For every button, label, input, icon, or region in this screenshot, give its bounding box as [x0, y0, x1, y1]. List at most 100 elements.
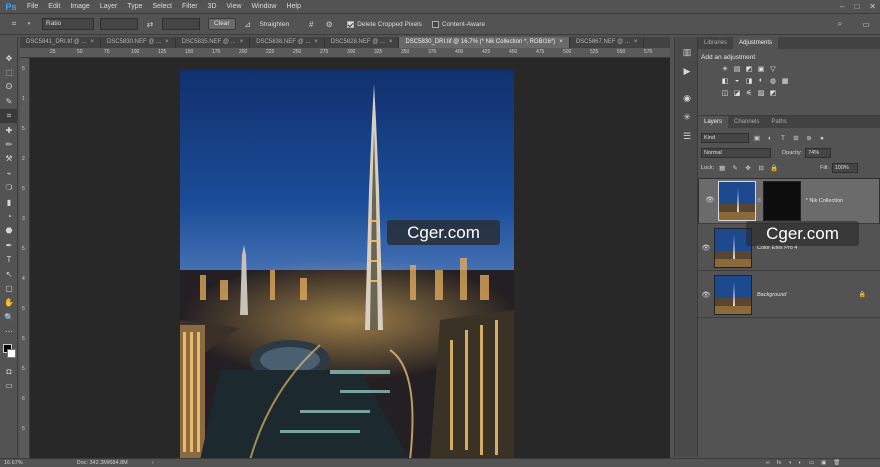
tab-paths[interactable]: Paths: [765, 116, 792, 128]
rectangle-tool-icon[interactable]: ▢: [0, 281, 18, 295]
content-aware-option[interactable]: Content-Aware: [431, 20, 485, 28]
delete-cropped-checkbox[interactable]: [347, 20, 355, 28]
trash-icon[interactable]: 🗑: [833, 460, 840, 466]
eraser-tool-icon[interactable]: ▮: [0, 195, 18, 209]
canvas-area[interactable]: Cger.com: [30, 58, 670, 458]
menu-select[interactable]: Select: [148, 0, 177, 13]
smart-object-filter-icon[interactable]: ⊕: [804, 133, 814, 143]
color-lookup-icon[interactable]: ▦: [780, 76, 790, 85]
doc-tab[interactable]: DSC5867.NEF @ ... ×: [570, 37, 645, 48]
zoom-level[interactable]: 16.67%: [4, 460, 23, 466]
pen-tool-icon[interactable]: ✒: [0, 238, 18, 252]
menu-view[interactable]: View: [222, 0, 247, 13]
link-icon[interactable]: 8: [758, 196, 761, 206]
lasso-tool-icon[interactable]: ʘ: [0, 80, 18, 94]
brush-settings-icon[interactable]: ✳: [675, 108, 699, 127]
new-group-icon[interactable]: ▭: [809, 460, 814, 466]
healing-brush-tool-icon[interactable]: ✏: [0, 137, 18, 151]
path-select-tool-icon[interactable]: ↖: [0, 267, 18, 281]
width-field[interactable]: [100, 18, 138, 30]
menu-window[interactable]: Window: [247, 0, 282, 13]
gradient-tool-icon[interactable]: ◔: [0, 209, 18, 223]
screen-mode-icon[interactable]: ▭: [0, 378, 18, 392]
selective-color-icon[interactable]: ▨: [756, 88, 766, 97]
color-icon[interactable]: ◉: [675, 89, 699, 108]
opacity-field[interactable]: 74%: [805, 148, 832, 158]
close-tab-icon[interactable]: ×: [240, 37, 244, 48]
fill-field[interactable]: 100%: [831, 163, 858, 173]
quick-select-tool-icon[interactable]: ✎: [0, 94, 18, 108]
crop-tool-icon[interactable]: ⌗: [8, 18, 20, 30]
menu-layer[interactable]: Layer: [95, 0, 123, 13]
black-white-icon[interactable]: ◨: [744, 76, 754, 85]
lock-all-icon[interactable]: 🔒: [769, 163, 779, 173]
layer-row-background[interactable]: 👁 Background 🔒: [698, 272, 880, 318]
shape-filter-icon[interactable]: ⊞: [791, 133, 801, 143]
add-mask-icon[interactable]: ◑: [788, 460, 791, 466]
layer-row-nik[interactable]: 👁 8 * Nik Collection: [698, 178, 880, 224]
invert-icon[interactable]: ◫: [720, 88, 730, 97]
lock-position-icon[interactable]: ✥: [743, 163, 753, 173]
brightness-icon[interactable]: ☀: [720, 64, 730, 73]
swap-icon[interactable]: ⇄: [144, 18, 156, 30]
close-tab-icon[interactable]: ×: [165, 37, 169, 48]
menu-file[interactable]: File: [22, 0, 43, 13]
curves-icon[interactable]: ◩: [744, 64, 754, 73]
layer-mask-thumbnail[interactable]: [762, 181, 801, 221]
kind-select[interactable]: Kind: [701, 133, 749, 143]
gear-icon[interactable]: ⚙: [323, 18, 335, 30]
color-balance-icon[interactable]: ◒: [732, 76, 742, 85]
lock-paint-icon[interactable]: ✎: [730, 163, 740, 173]
close-icon[interactable]: ✕: [869, 0, 876, 13]
visibility-eye-icon[interactable]: 👁: [703, 196, 717, 206]
channel-mixer-icon[interactable]: ◍: [768, 76, 778, 85]
layer-name[interactable]: Background: [757, 292, 786, 298]
type-tool-icon[interactable]: T: [0, 252, 18, 266]
blur-tool-icon[interactable]: ⬣: [0, 224, 18, 238]
tab-channels[interactable]: Channels: [728, 116, 765, 128]
history-brush-tool-icon[interactable]: ❍: [0, 181, 18, 195]
lock-pixels-icon[interactable]: ▦: [717, 163, 727, 173]
lock-artboard-icon[interactable]: ⊟: [756, 163, 766, 173]
doc-tab-active[interactable]: DSC5830_DRI.tif @ 16.7% (* Nik Collectio…: [399, 37, 570, 48]
menu-help[interactable]: Help: [281, 0, 305, 13]
gradient-map-icon[interactable]: ◩: [768, 88, 778, 97]
clone-stamp-tool-icon[interactable]: ⌁: [0, 166, 18, 180]
quick-mask-icon[interactable]: ◘: [0, 364, 18, 378]
threshold-icon[interactable]: ⚟: [744, 88, 754, 97]
doc-tab[interactable]: DSC5841_DRI.tif @ ... ×: [20, 37, 101, 48]
overlay-grid-icon[interactable]: #: [305, 18, 317, 30]
marquee-tool-icon[interactable]: ⬚: [0, 65, 18, 79]
tab-libraries[interactable]: Libraries: [698, 37, 733, 49]
close-tab-icon[interactable]: ×: [90, 37, 94, 48]
close-tab-icon[interactable]: ×: [314, 37, 318, 48]
menu-filter[interactable]: Filter: [177, 0, 203, 13]
pixel-filter-icon[interactable]: ▣: [752, 133, 762, 143]
status-arrow-icon[interactable]: ›: [152, 460, 154, 466]
link-layers-icon[interactable]: ∞: [766, 460, 770, 466]
crop-tool-icon[interactable]: ⌗: [0, 108, 18, 123]
tool-preset-chevron-icon[interactable]: ▾: [26, 18, 32, 30]
history-icon[interactable]: ▥: [675, 43, 699, 62]
straighten-icon[interactable]: ⊿: [242, 18, 254, 30]
menu-image[interactable]: Image: [65, 0, 94, 13]
color-swatches[interactable]: [0, 342, 18, 364]
height-field[interactable]: [162, 18, 200, 30]
search-icon[interactable]: ⌕: [834, 18, 846, 30]
hand-tool-icon[interactable]: ✋: [0, 296, 18, 310]
hue-sat-icon[interactable]: ◧: [720, 76, 730, 85]
posterize-icon[interactable]: ◪: [732, 88, 742, 97]
maximize-icon[interactable]: □: [854, 0, 859, 13]
zoom-tool-icon[interactable]: 🔍: [0, 310, 18, 324]
type-filter-icon[interactable]: T: [778, 133, 788, 143]
menu-3d[interactable]: 3D: [203, 0, 222, 13]
exposure-icon[interactable]: ▣: [756, 64, 766, 73]
clear-button[interactable]: Clear: [208, 18, 236, 30]
close-tab-icon[interactable]: ×: [634, 37, 638, 48]
vibrance-icon[interactable]: ▽: [768, 64, 778, 73]
close-tab-icon[interactable]: ×: [389, 37, 393, 48]
blend-mode-select[interactable]: Normal: [701, 148, 771, 158]
new-adjustment-icon[interactable]: ◐: [799, 460, 802, 466]
play-actions-icon[interactable]: ▶: [675, 62, 699, 81]
more-tools-icon[interactable]: ⋯: [0, 324, 18, 338]
